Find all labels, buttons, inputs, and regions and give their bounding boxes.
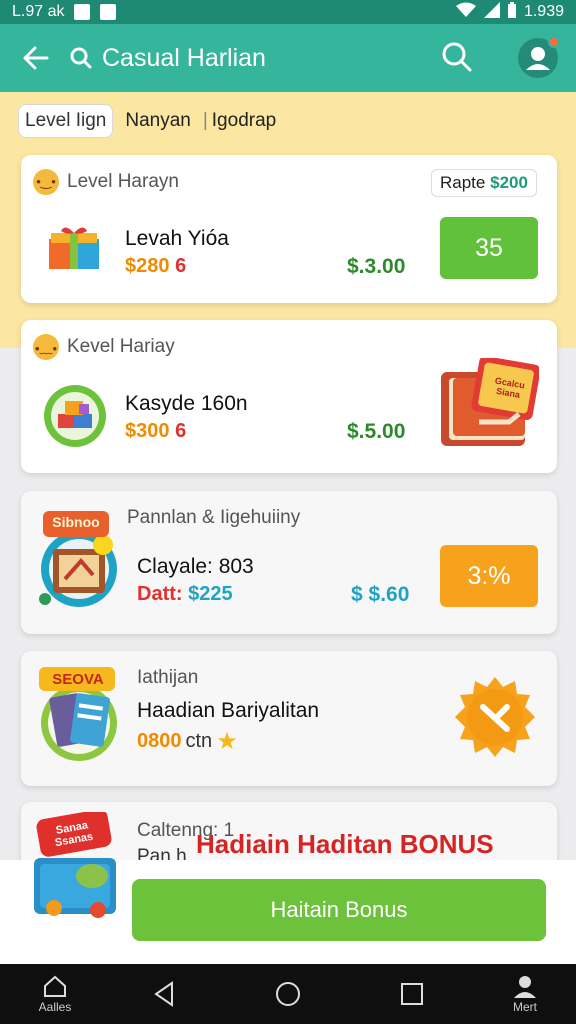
cards-label: SEOVA — [52, 671, 104, 688]
price-value: $300 — [125, 420, 170, 442]
game-illustration: Sibnoo — [37, 505, 121, 614]
wifi-icon — [455, 2, 476, 23]
emoji-icon: •﹏• — [33, 334, 59, 360]
item-value: $ $.60 — [351, 583, 410, 606]
item-price: Datt: $225 — [137, 583, 233, 606]
card-header: •﹏• Kevel Hariay — [33, 334, 175, 360]
card-header-text: Pannlan & Iigehuiiny — [127, 507, 301, 528]
badge-value: $200 — [490, 173, 528, 192]
claim-button[interactable]: 35 — [440, 217, 538, 279]
arrow-left-icon — [23, 46, 49, 70]
nav-recents[interactable] — [396, 964, 428, 1024]
nav-home-circle[interactable] — [272, 964, 304, 1024]
emoji-icon: •‿• — [33, 169, 59, 195]
status-clock: 1.939 — [523, 3, 564, 20]
card-header-text: Kevel Hariay — [67, 336, 175, 357]
price-value: $280 — [125, 255, 170, 277]
item-title: Kasyde 160n — [125, 392, 248, 415]
battery-icon — [507, 1, 516, 23]
tab-divider: | — [202, 110, 208, 131]
price-value: $225 — [188, 583, 233, 605]
discount-button[interactable]: 3:% — [440, 545, 538, 607]
price-suffix: ctn — [185, 730, 213, 752]
nav-home-label: Aalles — [38, 1000, 72, 1014]
price-suffix: 6 — [175, 420, 187, 442]
offer-card-3[interactable]: Sibnoo Pannlan & Iigehuiiny Clayale: 803… — [21, 491, 557, 634]
card-header: Iathijan — [137, 667, 198, 689]
blocks-icon — [43, 384, 107, 453]
tab-igodrap[interactable]: Igodrap — [212, 110, 276, 132]
price-label: Datt: — [137, 583, 183, 605]
offer-card-1[interactable]: •‿• Level Harayn Rapte $200 Levah Yióa $… — [21, 155, 557, 303]
tab-level[interactable]: Level Iign — [18, 104, 114, 138]
bonus-button[interactable]: Haitain Bonus — [132, 879, 546, 941]
search-title[interactable]: Casual Harlian — [70, 44, 266, 73]
nav-home[interactable]: Aalles — [32, 964, 78, 1024]
book-illustration: Gcalcu Siana — [439, 355, 541, 455]
item-price: $280 6 — [125, 255, 186, 278]
cards-illustration: SEOVA — [37, 665, 121, 770]
home-circle-icon — [276, 982, 300, 1006]
card-header: •‿• Level Harayn — [33, 169, 179, 195]
item-title: Clayale: 803 — [137, 555, 254, 578]
back-button[interactable] — [0, 24, 70, 92]
search-button[interactable] — [440, 40, 474, 79]
page-title: Casual Harlian — [102, 43, 266, 72]
offer-card-4[interactable]: SEOVA Iathijan Haadian Bariyalitan 0800 … — [21, 651, 557, 786]
app-bar: Casual Harlian — [0, 24, 576, 92]
card-header-text: Level Harayn — [67, 171, 179, 192]
search-icon — [70, 47, 92, 69]
nav-back[interactable] — [148, 964, 180, 1024]
user-icon — [514, 976, 536, 998]
nav-profile[interactable]: Mert — [504, 964, 546, 1024]
tab-row: Level Iign Nanyan | Igodrap — [18, 104, 276, 138]
price-badge: Rapte $200 — [431, 169, 537, 197]
item-price: 0800 ctn ★ — [137, 727, 238, 756]
back-triangle-icon — [154, 981, 173, 1007]
badge-prefix: Rapte — [440, 173, 486, 192]
item-value: $.5.00 — [347, 420, 406, 443]
nav-profile-label: Mert — [513, 1000, 537, 1014]
price-value: 0800 — [137, 730, 182, 752]
item-title: Haadian Bariyalitan — [137, 699, 320, 722]
notification-icon — [100, 4, 117, 20]
signal-icon — [483, 1, 500, 23]
item-price: $300 6 — [125, 420, 186, 443]
system-nav-bar: Aalles Mert — [0, 964, 576, 1024]
notification-icon — [74, 4, 91, 20]
item-title: Levah Yióa — [125, 227, 229, 250]
bonus-headline: Hadiain Haditan BONUS — [196, 829, 494, 859]
search-icon — [442, 42, 472, 72]
seal-button[interactable] — [453, 675, 537, 764]
gift-icon — [47, 227, 101, 278]
basket-illustration: Sanaa Ssanas — [28, 809, 120, 929]
star-icon: ★ — [216, 728, 238, 755]
tab-nanyan[interactable]: Nanyan — [125, 110, 191, 132]
game-label: Sibnoo — [52, 514, 100, 530]
offer-card-2[interactable]: •﹏• Kevel Hariay Kasyde 160n $300 6 $.5.… — [21, 320, 557, 473]
item-value: $.3.00 — [347, 255, 406, 278]
card-header-text: Iathijan — [137, 667, 199, 688]
price-suffix: 6 — [175, 255, 187, 277]
home-icon — [44, 975, 66, 997]
status-bar: L.97 ak 1.939 — [0, 0, 576, 24]
recents-icon — [401, 983, 423, 1005]
notification-dot — [548, 36, 560, 48]
status-time: L.97 ak — [12, 3, 65, 20]
card-header: Pannlan & Iigehuiiny — [127, 507, 300, 529]
avatar[interactable] — [518, 36, 560, 78]
